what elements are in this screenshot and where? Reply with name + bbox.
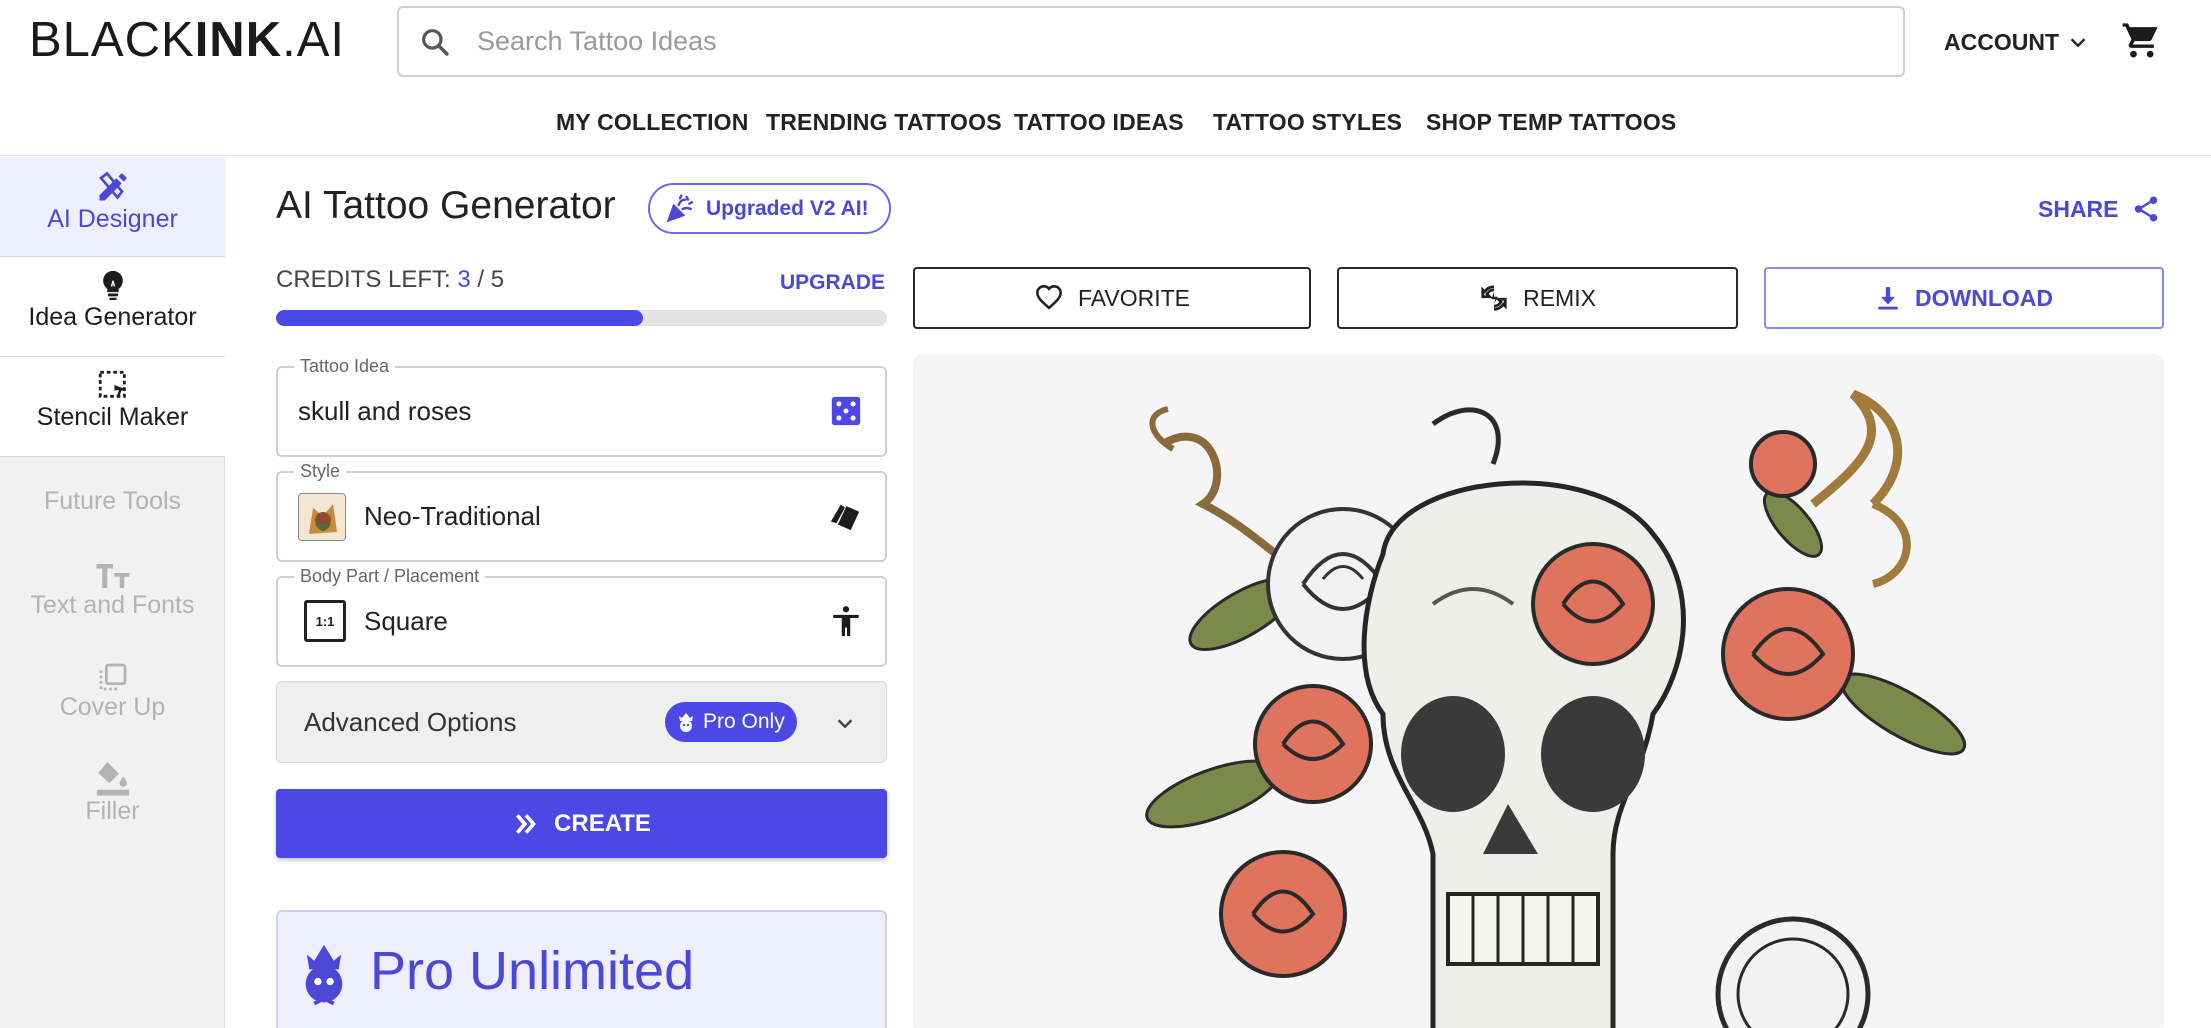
style-cards-icon[interactable] bbox=[827, 499, 863, 533]
search-icon bbox=[413, 20, 457, 64]
create-button[interactable]: CREATE bbox=[276, 789, 887, 858]
sidebar-item-idea-generator[interactable]: Idea Generator bbox=[0, 257, 225, 357]
sidebar-item-label: Idea Generator bbox=[28, 303, 197, 331]
nav-tattoo-styles[interactable]: TATTOO STYLES bbox=[1213, 100, 1402, 144]
advanced-options[interactable]: Advanced Options Pro Only bbox=[276, 681, 887, 763]
lightbulb-icon bbox=[102, 270, 123, 301]
favorite-label: FAVORITE bbox=[1077, 284, 1191, 311]
credits-used: 3 bbox=[457, 266, 471, 293]
page-title: AI Tattoo Generator bbox=[276, 184, 616, 227]
logo-light-text: BLACK bbox=[29, 13, 195, 67]
search-input[interactable] bbox=[477, 26, 1777, 57]
nav-my-collection[interactable]: MY COLLECTION bbox=[556, 100, 749, 144]
tattoo-idea-input[interactable]: skull and roses bbox=[298, 368, 471, 455]
main-nav: MY COLLECTION TRENDING TATTOOS TATTOO ID… bbox=[0, 100, 2211, 144]
sidebar-item-label: Stencil Maker bbox=[36, 403, 189, 431]
credits-total: 5 bbox=[490, 266, 505, 293]
sidebar-item-stencil-maker[interactable]: Stencil Maker bbox=[0, 357, 225, 457]
stencil-icon bbox=[98, 370, 126, 398]
upgrade-link[interactable]: UPGRADE bbox=[780, 271, 885, 295]
skull-and-roses-artwork bbox=[1145, 389, 1967, 1028]
heart-icon bbox=[1036, 285, 1062, 310]
tools-sidebar: AI Designer Idea Generator Stencil Maker… bbox=[0, 157, 225, 1028]
nav-trending-tattoos[interactable]: TRENDING TATTOOS bbox=[766, 100, 1002, 144]
remix-icon bbox=[1481, 285, 1507, 311]
credits-progress-fill bbox=[276, 310, 643, 326]
tattoo-idea-field[interactable]: Tattoo Idea skull and roses bbox=[276, 356, 887, 457]
dice-icon[interactable] bbox=[829, 394, 863, 428]
style-thumbnail bbox=[298, 493, 346, 541]
sidebar-item-label: Cover Up bbox=[59, 693, 166, 721]
credits-indicator: CREDITS LEFT: 3 / 5 bbox=[276, 266, 504, 294]
logo[interactable]: BLACKINK.AI bbox=[29, 10, 345, 70]
download-label: DOWNLOAD bbox=[1915, 284, 2053, 311]
paint-bucket-icon bbox=[96, 761, 129, 796]
share-label: SHARE bbox=[2038, 195, 2119, 222]
sidebar-item-text-and-fonts: Text and Fonts bbox=[0, 561, 225, 620]
style-field[interactable]: Style Neo-Traditional bbox=[276, 461, 887, 562]
cart-icon[interactable] bbox=[2121, 20, 2161, 60]
download-icon bbox=[1878, 287, 1898, 310]
placement-field[interactable]: Body Part / Placement 1:1 Square bbox=[276, 566, 887, 667]
double-chevron-right-icon bbox=[515, 813, 537, 834]
download-button[interactable]: DOWNLOAD bbox=[1764, 267, 2164, 329]
sidebar-item-label: AI Designer bbox=[47, 205, 178, 233]
body-figure-icon[interactable] bbox=[829, 604, 863, 640]
pro-unlimited-label: Pro Unlimited bbox=[370, 941, 695, 1001]
account-label: ACCOUNT bbox=[1944, 28, 2059, 55]
sidebar-item-label: Text and Fonts bbox=[30, 591, 195, 619]
party-popper-icon bbox=[666, 193, 694, 222]
favorite-button[interactable]: FAVORITE bbox=[913, 267, 1311, 329]
sidebar-item-ai-designer[interactable]: AI Designer bbox=[0, 157, 225, 257]
chevron-down-icon bbox=[2070, 38, 2086, 48]
remix-button[interactable]: REMIX bbox=[1337, 267, 1738, 329]
logo-bold-text: INK bbox=[194, 13, 283, 67]
pro-only-label: Pro Only bbox=[703, 710, 785, 733]
nav-shop-temp-tattoos[interactable]: SHOP TEMP TATTOOS bbox=[1426, 100, 1676, 144]
credits-label: CREDITS LEFT: bbox=[276, 266, 451, 293]
future-tools-label: Future Tools bbox=[43, 487, 182, 515]
placement-value: Square bbox=[364, 606, 448, 636]
text-icon bbox=[96, 564, 129, 588]
upgraded-ai-badge[interactable]: Upgraded V2 AI! bbox=[648, 183, 891, 234]
pro-only-badge: Pro Only bbox=[665, 702, 797, 742]
sidebar-item-label: Filler bbox=[85, 797, 140, 825]
badge-label: Upgraded V2 AI! bbox=[706, 196, 869, 220]
crown-mascot-icon bbox=[679, 713, 693, 732]
crown-mascot-icon bbox=[305, 944, 343, 1006]
pencil-ruler-icon bbox=[98, 171, 126, 201]
create-button-label: CREATE bbox=[554, 809, 651, 837]
remix-label: REMIX bbox=[1523, 284, 1596, 311]
search-bar[interactable] bbox=[397, 6, 1905, 77]
pro-unlimited-promo[interactable]: Pro Unlimited bbox=[276, 910, 887, 1028]
style-value: Neo-Traditional bbox=[364, 501, 541, 531]
site-header: BLACKINK.AI ACCOUNT MY COLLECTION TRENDI… bbox=[0, 0, 2211, 156]
share-button[interactable]: SHARE bbox=[2038, 194, 2161, 224]
logo-suffix-text: .AI bbox=[282, 13, 345, 67]
generated-tattoo-image bbox=[913, 354, 2164, 1028]
nav-tattoo-ideas[interactable]: TATTOO IDEAS bbox=[1014, 100, 1184, 144]
sidebar-item-filler: Filler bbox=[0, 759, 225, 826]
advanced-options-label: Advanced Options bbox=[304, 707, 517, 737]
account-menu[interactable]: ACCOUNT bbox=[1944, 22, 2089, 62]
share-icon bbox=[2134, 196, 2157, 222]
credits-separator: / bbox=[477, 266, 485, 293]
chevron-down-icon bbox=[837, 719, 853, 729]
future-tools-heading: Future Tools bbox=[0, 487, 225, 516]
aspect-ratio-icon: 1:1 bbox=[304, 600, 346, 642]
style-label: Style bbox=[294, 461, 347, 482]
credits-progress-bar bbox=[276, 310, 887, 326]
cover-up-icon bbox=[99, 663, 126, 691]
sidebar-item-cover-up: Cover Up bbox=[0, 661, 225, 722]
